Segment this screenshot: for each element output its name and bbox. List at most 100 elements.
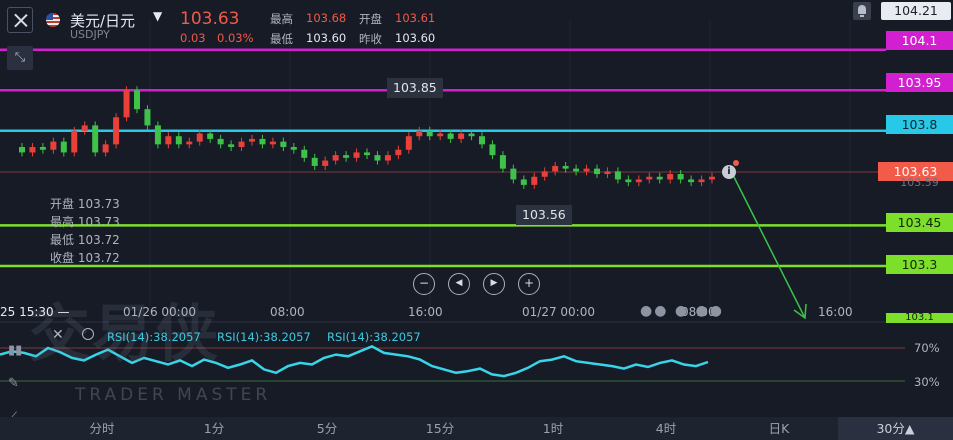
candle-body — [635, 179, 642, 183]
candle-body — [479, 136, 485, 145]
candle-body — [531, 176, 538, 185]
tab-1m[interactable]: 1分 — [184, 417, 244, 440]
symbol: USDJPY — [70, 28, 110, 41]
tab-30m[interactable]: 30分▲ — [838, 417, 953, 440]
tab-1h[interactable]: 1时 — [523, 417, 583, 440]
ohlc-open: 开盘 103.73 — [50, 197, 120, 211]
candle-body — [134, 90, 140, 110]
rsi-label-3: RSI(14):38.2057 — [327, 330, 421, 344]
candle-body — [395, 149, 402, 156]
candle-body — [186, 141, 193, 145]
rsi-close-icon[interactable]: ✕ — [52, 327, 64, 343]
more-dots-icon[interactable]: ●● ● ●● — [640, 303, 724, 319]
rsi-label-1: RSI(14):38.2057 — [107, 330, 201, 344]
level-label-103-3: 103.3 — [886, 255, 953, 274]
candle-body — [92, 125, 99, 153]
candle-body — [489, 144, 496, 156]
rsi-upper-label: 70% — [914, 341, 940, 355]
rsi-label-2: RSI(14):38.2057 — [217, 330, 311, 344]
level-label-104-1: 104.1 — [886, 31, 953, 50]
level-label-103-95: 103.95 — [886, 73, 953, 92]
candle-body — [562, 165, 569, 169]
high-label: 最高 — [270, 12, 293, 26]
prev-button[interactable]: ◀ — [448, 273, 470, 295]
candle-body — [154, 125, 161, 145]
axis-label-103-59: 103.59 — [900, 176, 939, 189]
x-tick-0127: 01/27 00:00 — [522, 305, 595, 319]
high-value: 103.68 — [306, 11, 347, 25]
candle-body — [573, 168, 580, 172]
zoom-in-button[interactable]: + — [518, 273, 540, 295]
candle-body — [458, 133, 465, 139]
candle-body — [416, 130, 423, 137]
candle-body — [228, 144, 235, 148]
ohlc-high: 最高 103.73 — [50, 215, 120, 229]
tab-15m[interactable]: 15分 — [410, 417, 470, 440]
tab-5m[interactable]: 5分 — [297, 417, 357, 440]
tab-timeshare[interactable]: 分时 — [72, 417, 132, 440]
candle-body — [311, 157, 318, 166]
open-value: 103.61 — [395, 11, 436, 25]
candle-body — [113, 117, 120, 145]
candle-body — [364, 152, 370, 156]
candle-body — [29, 147, 36, 153]
candle-body — [196, 133, 203, 142]
candle-body — [249, 138, 255, 142]
candle-body — [646, 176, 653, 180]
candle-body — [71, 130, 78, 153]
x-tick-crosshair: 25 15:30 — — [0, 305, 70, 319]
candle-body — [583, 168, 590, 172]
candle-body — [217, 138, 224, 145]
bell-icon[interactable] — [853, 2, 871, 20]
candle-body — [269, 141, 276, 145]
watermark-en: TRADER MASTER — [75, 385, 272, 405]
collapse-arrows-icon[interactable]: ⤡ — [7, 46, 33, 70]
price-chart[interactable] — [0, 0, 953, 440]
candle-body — [447, 133, 454, 139]
candle-body — [102, 144, 109, 153]
zoom-out-button[interactable]: − — [413, 273, 435, 295]
next-button[interactable]: ▶ — [483, 273, 505, 295]
candle-body — [614, 171, 621, 180]
gear-icon[interactable] — [82, 328, 94, 340]
candle-body — [384, 155, 391, 161]
level-label-103-8: 103.8 — [886, 115, 953, 134]
close-icon[interactable] — [7, 7, 33, 33]
candle-body — [604, 171, 611, 175]
level-label-103-45: 103.45 — [886, 213, 953, 232]
low-label: 最低 — [270, 32, 293, 46]
tab-daily[interactable]: 日K — [749, 417, 809, 440]
candle-body — [437, 133, 444, 137]
x-tick-1600: 16:00 — [408, 305, 443, 319]
ohlc-low: 最低 103.72 — [50, 233, 120, 247]
header: 美元/日元 ▼ USDJPY 103.63 0.03 0.03% 最高 103.… — [0, 0, 953, 46]
alert-dot — [733, 160, 739, 166]
chevron-down-icon[interactable]: ▼ — [153, 9, 162, 23]
last-price: 103.63 — [180, 9, 240, 29]
candle-body — [405, 136, 412, 150]
candle-body — [39, 147, 46, 150]
bar-chart-icon[interactable]: ▮▮ — [8, 343, 22, 358]
candle-body — [552, 165, 559, 172]
candle-body — [280, 141, 287, 148]
candle-body — [343, 155, 350, 158]
prev-close-value: 103.60 — [395, 31, 436, 45]
candle-body — [709, 176, 715, 180]
candle-body — [290, 147, 297, 150]
ohlc-close: 收盘 103.72 — [50, 251, 120, 265]
pencil-icon[interactable]: ✎ — [8, 376, 19, 391]
timeframe-tabs: 分时 1分 5分 15分 1时 4时 日K 30分▲ — [0, 417, 953, 440]
candle-body — [322, 160, 329, 166]
us-flag-icon — [46, 13, 60, 27]
x-tick-0800: 08:00 — [270, 305, 305, 319]
axis-top-value: 104.21 — [881, 2, 951, 20]
info-icon[interactable]: i — [722, 165, 736, 179]
candle-body — [123, 90, 130, 118]
candle-body — [353, 152, 360, 158]
x-tick-0126: 01/26 00:00 — [123, 305, 196, 319]
low-value: 103.60 — [306, 31, 347, 45]
candle-body — [238, 141, 245, 148]
candle-body — [656, 176, 663, 180]
tab-4h[interactable]: 4时 — [636, 417, 696, 440]
low-tooltip: 103.56 — [516, 205, 572, 225]
